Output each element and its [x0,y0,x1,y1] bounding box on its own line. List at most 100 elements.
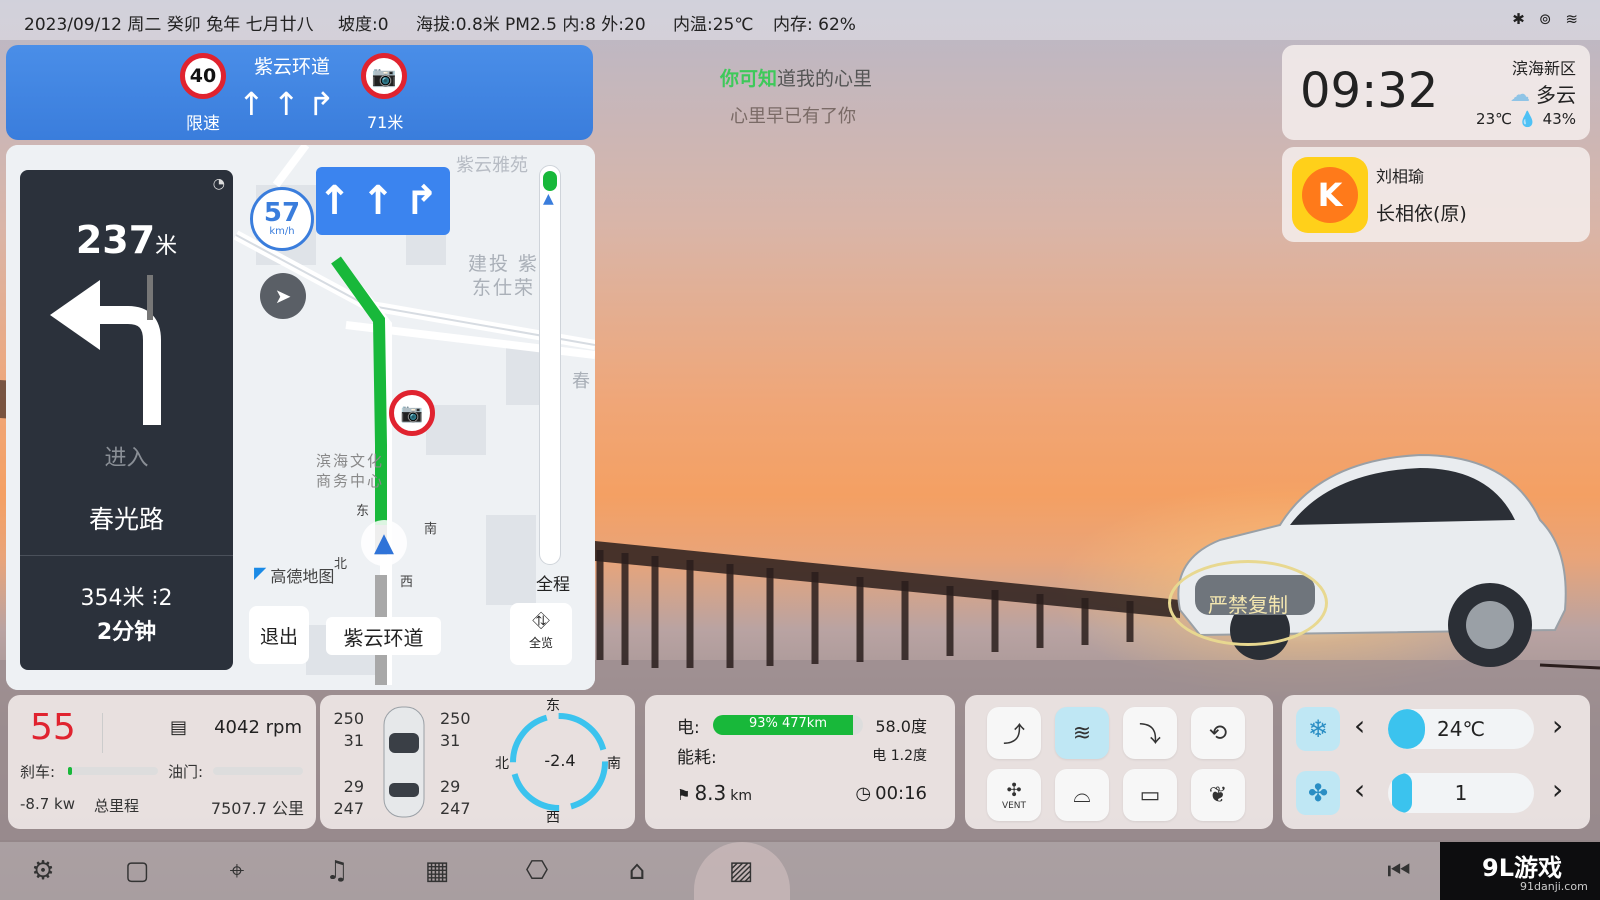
motor-power: -8.7 kw [20,795,75,813]
vehicle-rpm: 4042 rpm [214,717,302,738]
enter-label: 进入 [104,446,149,471]
ac-face-foot-button[interactable]: ≋ [1055,707,1109,759]
engine-icon: ▤ [170,717,188,738]
exit-nav-button[interactable]: 退出 [249,606,309,664]
current-speed-badge: 57 km/h [250,187,314,251]
wifi-icon: ≋ [1565,10,1578,28]
amap-logo: ◤ 高德地图 [254,563,334,587]
energy-panel[interactable]: 电: 93% 477km 58.0度 能耗: 电 1.2度 ⚑ 8.3 km ◷… [645,695,955,829]
watermark-stamp: 严禁复制 [1168,560,1328,646]
ac-eco-button[interactable]: ❦ [1191,769,1245,821]
ac-face-vent-button[interactable]: ⤴ [987,707,1041,759]
ac-recirculation-button[interactable]: ⟲ [1191,707,1245,759]
fan-decrease-button[interactable]: ‹ [1354,773,1365,806]
gallery-icon[interactable]: ▨ [724,854,758,888]
compass-west: 西 [546,810,560,826]
ac-fan-button[interactable]: ✤ [1296,771,1340,815]
divider [20,555,233,556]
battery-bar: 93% 477km [713,715,863,735]
fan-slider[interactable]: 1 [1388,773,1534,813]
weather-humidity: 43% [1542,110,1576,128]
tire-rr-pressure: 247 [440,799,471,818]
fan-increase-button[interactable]: › [1552,773,1563,806]
back-icon[interactable]: ⏮ [1382,854,1416,888]
speed-unit: km/h [269,226,295,237]
leaf-icon: ❦ [1208,782,1228,808]
route-progress-bar: ▲ [539,165,561,565]
weather-row: ☁ 多云 [1510,79,1576,108]
turn-distance-unit: 米 [155,234,178,259]
ac-mode-panel[interactable]: ⤴ ≋ ⤵ ⟲ ✣ VENT ⌓ ▭ ❦ [965,695,1273,829]
consumption-label: 能耗: [677,748,717,768]
throttle-bar [213,767,303,775]
temp-value: 24℃ [1437,717,1485,741]
app-dock: ⚙ ▢ ⌖ ♫ ▦ ⎔ ⌂ ▨ ⏮ 9L游戏 91danji.com [0,842,1600,900]
humidity-icon: 💧 [1517,110,1537,128]
next-road: 春光路 [88,505,164,534]
route-position-icon: ▲ [543,191,554,207]
brand-logo: 9L游戏 91danji.com [1440,842,1600,900]
traffic-light-count: 2 [158,586,173,611]
lane-guide-icon: ↑↑↱ [316,167,450,235]
tire-fr-pressure: 250 [440,709,471,728]
full-route-label[interactable]: 全程 [536,570,570,595]
watermark-text: 严禁复制 [1208,592,1288,617]
compass-rose-icon[interactable]: ➤ [260,273,306,319]
temp-increase-button[interactable]: › [1552,709,1563,742]
compass-south: 南 [607,756,621,772]
tire-pressure-panel[interactable]: 250 31 250 31 29 247 29 247 东 南 西 北 -2.4 [320,695,635,829]
weather-district: 滨海新区 [1511,59,1576,78]
ac-front-defrost-button[interactable]: ⌓ [1055,769,1109,821]
trip-distance-value: 8.3 [694,781,727,805]
guide-bar[interactable]: 40 限速 紫云环道 ↑↑↱ 📷 71米 [6,45,593,140]
settings-icon[interactable]: ⚙ [26,854,60,888]
fan-icon: ✤ [1307,779,1329,807]
status-bar: 2023/09/12 周二 癸卯 兔年 七月廿八 坡度:0 海拔:0.8米 PM… [0,0,1600,40]
square-icon[interactable]: ▢ [120,854,154,888]
lyrics-line-2: 心里早已有了你 [730,106,856,127]
navigation-map[interactable]: 紫云雅苑 建投 紫 东仕荣 滨海文化 商务中心 春 57 km/h ↑↑↱ ➤ … [6,145,595,690]
lyrics-line-1: 你可知道我的心里 [720,64,872,91]
ac-snowflake-button[interactable]: ❄ [1296,707,1340,751]
battery-label: 电: [677,718,700,738]
temp-slider[interactable]: 24℃ [1388,709,1534,749]
turn-instruction-panel: ◔ 237米 进入 春光路 354米 ⁝2 2分钟 [20,170,233,670]
route-progress-fill [543,171,557,191]
turn-distance-number: 237 [75,218,156,262]
overview-label: 全览 [528,636,553,650]
trip-distance: ⚑ 8.3 km [677,781,752,805]
car-top-view-icon [383,706,425,818]
brake-bar [68,767,158,775]
lyrics-rest: 道我的心里 [777,68,873,90]
lyrics-highlight: 你可知 [720,68,778,90]
camera-settings-icon[interactable]: ⎔ [520,854,554,888]
ac-rear-defrost-button[interactable]: ▭ [1123,769,1177,821]
status-memory: 内存: 62% [773,15,856,35]
temp-decrease-button[interactable]: ‹ [1354,709,1365,742]
ac-vent-button[interactable]: ✣ VENT [987,769,1041,821]
kugou-app-icon[interactable]: K [1292,157,1368,233]
trip-distance-unit: km [730,788,753,804]
map-label: 商务中心 [316,472,385,490]
amap-label: 高德地图 [270,567,335,586]
ac-control-panel[interactable]: ❄ ‹ 24℃ › ✤ ‹ 1 › [1282,695,1590,829]
odometer-label: 总里程 [94,797,140,815]
map-label: 春 [572,371,590,392]
status-altitude: 海拔:0.8米 [416,15,500,35]
chevron-right-icon: › [1552,773,1564,806]
vehicle-info-panel[interactable]: 55 ▤ 4042 rpm 刹车: 油门: -8.7 kw 总里程 7507.7… [8,695,316,829]
overview-button[interactable]: ⛗ 全览 [510,603,572,665]
clock-weather-widget[interactable]: 09:32 滨海新区 ☁ 多云 23℃ 💧 43% [1282,45,1590,140]
speed-limit-label: 限速 [186,114,220,134]
apps-icon[interactable]: ▦ [420,854,454,888]
map-label: 建投 紫 [468,253,540,275]
weather-desc: 多云 [1536,83,1576,107]
music-widget[interactable]: K 刘相瑜 长相依(原) [1282,147,1590,242]
music-icon[interactable]: ♫ [320,854,354,888]
trip-time-value: 00:16 [875,783,927,804]
ac-foot-vent-button[interactable]: ⤵ [1123,707,1177,759]
recirculation-icon: ⟲ [1208,720,1228,746]
car-icon[interactable]: ⌂ [620,854,654,888]
map-pin-icon[interactable]: ⌖ [220,854,254,888]
tire-rl-pressure: 247 [333,799,364,818]
